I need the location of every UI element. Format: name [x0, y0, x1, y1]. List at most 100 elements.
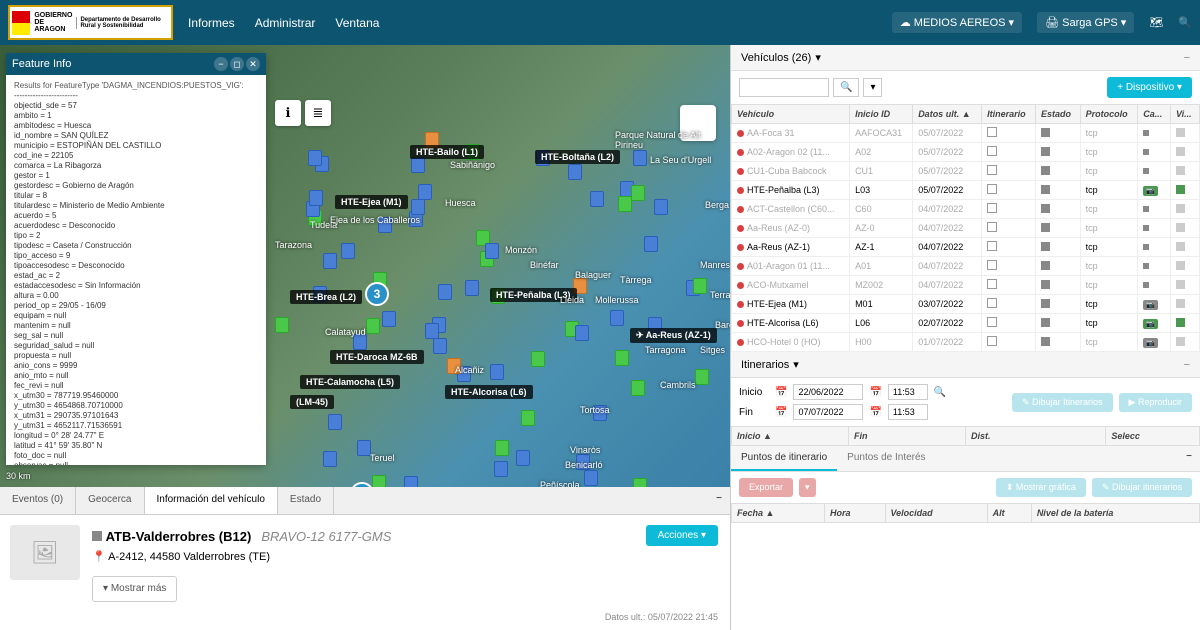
reproducir-button[interactable]: ▶ Reproducir: [1119, 393, 1192, 412]
vehicle-row[interactable]: HTE-Alcorisa (L6)L0602/07/2022tcp📷: [732, 314, 1200, 333]
export-dropdown[interactable]: ▾: [799, 478, 816, 497]
map-label[interactable]: HTE-Brea (L2): [290, 290, 362, 304]
map-label[interactable]: HTE-Boltaña (L2): [535, 150, 620, 164]
vehicle-row[interactable]: Aa-Reus (AZ-0)AZ-004/07/2022tcp: [732, 219, 1200, 238]
map-marker[interactable]: [644, 236, 658, 252]
map-marker[interactable]: [695, 369, 709, 385]
inicio-date-input[interactable]: [793, 384, 863, 400]
map-marker[interactable]: [516, 450, 530, 466]
vehicle-row[interactable]: CU1-Cuba BabcockCU105/07/2022tcp: [732, 162, 1200, 181]
map-marker[interactable]: [631, 185, 645, 201]
map-cluster[interactable]: 3: [350, 482, 374, 487]
tab-geocerca[interactable]: Geocerca: [76, 487, 144, 514]
sarga-gps-dropdown[interactable]: 🖨 Sarga GPS ▾: [1037, 12, 1134, 33]
map-marker[interactable]: [485, 243, 499, 259]
map-marker[interactable]: [323, 253, 337, 269]
actions-button[interactable]: Acciones ▾: [646, 525, 718, 546]
map-marker[interactable]: [568, 164, 582, 180]
tab-info-vehiculo[interactable]: Información del vehículo: [145, 487, 278, 514]
close-icon[interactable]: ✕: [246, 57, 260, 71]
vehicle-row[interactable]: ACT-Castellon (C60...C6004/07/2022tcp: [732, 200, 1200, 219]
map-marker[interactable]: [372, 475, 386, 487]
map-marker[interactable]: [275, 317, 289, 333]
map-icon[interactable]: 🗺: [1149, 16, 1163, 29]
map-marker[interactable]: [490, 364, 504, 380]
menu-ventana[interactable]: Ventana: [335, 16, 379, 30]
vehicle-row[interactable]: A02-Aragon 02 (11...A0205/07/2022tcp: [732, 143, 1200, 162]
vehicle-search-input[interactable]: [739, 78, 829, 97]
inicio-time-input[interactable]: [888, 384, 928, 400]
map-marker[interactable]: [495, 440, 509, 456]
vehicle-row[interactable]: A01-Aragon 01 (11...A0104/07/2022tcp: [732, 257, 1200, 276]
map-marker[interactable]: [438, 284, 452, 300]
minimize-tabs-icon[interactable]: −: [708, 487, 730, 514]
restore-icon[interactable]: ◻: [230, 57, 244, 71]
map-marker[interactable]: [654, 199, 668, 215]
search-icon[interactable]: 🔍: [1178, 16, 1192, 29]
dibujar-itinerarios-button-2[interactable]: ✎ Dibujar itinerarios: [1092, 478, 1192, 497]
map-marker[interactable]: [531, 351, 545, 367]
map-marker[interactable]: [631, 380, 645, 396]
fin-time-input[interactable]: [888, 404, 928, 420]
map-marker[interactable]: [425, 323, 439, 339]
tab-estado[interactable]: Estado: [278, 487, 334, 514]
filter-dropdown[interactable]: ▾: [863, 78, 882, 97]
map-marker[interactable]: [494, 461, 508, 477]
map-marker[interactable]: [633, 150, 647, 166]
map-label[interactable]: HTE-Calamocha (L5): [300, 375, 400, 389]
map-label[interactable]: HTE-Ejea (M1): [335, 195, 408, 209]
show-more-button[interactable]: ▾ Mostrar más: [92, 576, 177, 602]
medios-aereos-dropdown[interactable]: ☁ MEDIOS AEREOS ▾: [892, 12, 1022, 33]
map-marker[interactable]: [404, 476, 418, 487]
map-marker[interactable]: [366, 318, 380, 334]
map-marker[interactable]: [328, 414, 342, 430]
vehicle-row[interactable]: HTE-Peñalba (L3)L0305/07/2022tcp📷: [732, 181, 1200, 200]
map-marker[interactable]: [584, 470, 598, 486]
mostrar-grafica-button[interactable]: ⬍ Mostrar gráfica: [996, 478, 1086, 497]
map-marker[interactable]: [575, 325, 589, 341]
search-button[interactable]: 🔍: [833, 78, 859, 97]
map-marker[interactable]: [610, 310, 624, 326]
info-tool-icon[interactable]: ℹ: [275, 100, 301, 126]
map-cluster[interactable]: 3: [365, 282, 389, 306]
map-label[interactable]: ✈ Aa-Reus (AZ-1): [630, 328, 717, 343]
map-marker[interactable]: [615, 350, 629, 366]
fin-date-input[interactable]: [793, 404, 863, 420]
map-marker[interactable]: [309, 190, 323, 206]
map-marker[interactable]: [433, 338, 447, 354]
map-marker[interactable]: [411, 199, 425, 215]
vehicle-row[interactable]: ACO-MutxamelMZ00204/07/2022tcp: [732, 276, 1200, 295]
map-label[interactable]: HTE-Daroca MZ-6B: [330, 350, 424, 364]
menu-informes[interactable]: Informes: [188, 16, 235, 30]
dispositivo-button[interactable]: + Dispositivo ▾: [1107, 77, 1192, 98]
map-marker[interactable]: [633, 478, 647, 487]
map-marker[interactable]: [521, 410, 535, 426]
map-marker[interactable]: [418, 184, 432, 200]
map-marker[interactable]: [308, 150, 322, 166]
minimize-icon[interactable]: −: [1184, 52, 1190, 64]
tab-puntos-itinerario[interactable]: Puntos de itinerario: [731, 446, 837, 471]
tab-puntos-interes[interactable]: Puntos de Interés: [837, 446, 935, 471]
vehicle-row[interactable]: AA-Foca 31AAFOCA3105/07/2022tcp: [732, 124, 1200, 143]
vehicle-row[interactable]: Aa-Reus (AZ-1)AZ-104/07/2022tcp: [732, 238, 1200, 257]
exportar-button[interactable]: Exportar: [739, 478, 793, 497]
map-marker[interactable]: [693, 278, 707, 294]
vehicle-row[interactable]: HCO-Hotel 0 (HO)H0001/07/2022tcp📷: [732, 333, 1200, 352]
map-marker[interactable]: [465, 280, 479, 296]
map-marker[interactable]: [382, 311, 396, 327]
vehicle-row[interactable]: HTE-Ejea (M1)M0103/07/2022tcp📷: [732, 295, 1200, 314]
dibujar-itinerarios-button[interactable]: ✎ Dibujar Itinerarios: [1012, 393, 1113, 412]
minimize-icon[interactable]: −: [1178, 446, 1200, 471]
map-marker[interactable]: [341, 243, 355, 259]
map-marker[interactable]: [323, 451, 337, 467]
tab-eventos[interactable]: Eventos (0): [0, 487, 76, 514]
minimize-icon[interactable]: −: [1184, 359, 1190, 371]
map-label[interactable]: (LM-45): [290, 395, 334, 409]
map-marker[interactable]: [590, 191, 604, 207]
map-label[interactable]: HTE-Bailo (L1): [410, 145, 484, 159]
layers-tool-icon[interactable]: ≣: [305, 100, 331, 126]
menu-administrar[interactable]: Administrar: [255, 16, 316, 30]
search-itin-button[interactable]: 🔍: [934, 387, 946, 398]
minimize-icon[interactable]: −: [214, 57, 228, 71]
map-label[interactable]: HTE-Alcorisa (L6): [445, 385, 533, 399]
